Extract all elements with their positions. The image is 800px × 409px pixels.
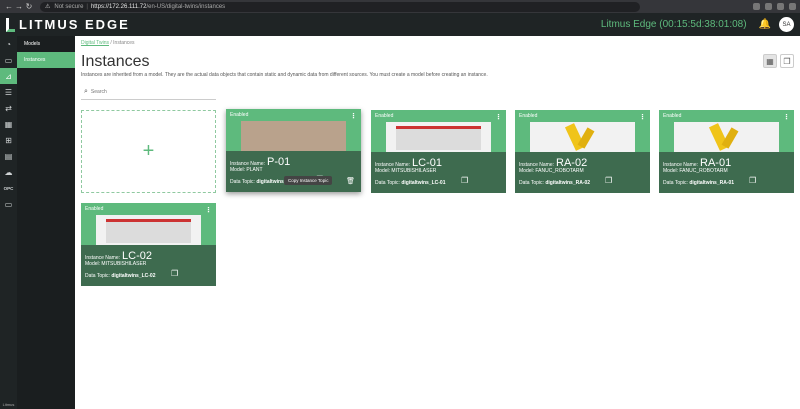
more-vert-icon[interactable]: ⋮ <box>205 206 212 214</box>
marketplace-icon[interactable]: ▤ <box>0 148 17 164</box>
instance-image <box>96 215 201 245</box>
breadcrumb-link-digital-twins[interactable]: Digital Twins <box>81 40 109 46</box>
status-badge: Enabled <box>230 112 249 118</box>
model-label: Model: <box>230 167 246 173</box>
search-box: ⌕ <box>81 84 216 100</box>
extension-icons <box>753 3 796 10</box>
delete-icon[interactable]: 🗑 <box>346 177 355 185</box>
page-description: Instances are inherited from a model. Th… <box>81 72 488 78</box>
digital-twins-icon[interactable]: ⊿ <box>0 68 17 84</box>
more-vert-icon[interactable]: ⋮ <box>350 112 357 120</box>
instance-topic: digitaltwins_RA-02 <box>545 180 591 186</box>
instance-image <box>386 122 491 152</box>
dashboard-icon[interactable]: ◔ <box>0 36 17 52</box>
plus-icon: + <box>142 140 155 162</box>
grid-view-icon[interactable]: ▦ <box>763 54 777 68</box>
menu-icon[interactable] <box>789 3 796 10</box>
flows-icon[interactable]: ⇄ <box>0 100 17 116</box>
forward-icon[interactable]: → <box>14 0 24 13</box>
data-topic-label: Data Topic: <box>663 180 688 186</box>
sub-navigation: Models Instances <box>17 36 75 409</box>
instance-image <box>241 121 346 151</box>
breadcrumb-current: Instances <box>113 40 135 46</box>
instance-model: MITSUBISHILASER <box>391 168 437 174</box>
status-badge: Enabled <box>663 113 682 119</box>
opc-icon[interactable]: OPC <box>0 180 17 196</box>
instance-model: PLANT <box>246 167 263 173</box>
applications-icon[interactable]: ⊞ <box>0 132 17 148</box>
analytics-icon[interactable]: ▦ <box>0 116 17 132</box>
logo[interactable]: LITMUS EDGE <box>6 17 130 32</box>
model-label: Model: <box>519 168 535 174</box>
system-icon[interactable]: ▭ <box>0 196 17 212</box>
tags-icon[interactable]: ☰ <box>0 84 17 100</box>
url-path: /en-US/digital-twins/instances <box>146 3 226 10</box>
model-label: Model: <box>375 168 391 174</box>
instance-card-lc-02[interactable]: Enabled ⋮ Instance Name: LC-02 Model: MIT… <box>81 203 216 286</box>
status-badge: Enabled <box>519 113 538 119</box>
search-icon: ⌕ <box>84 87 88 95</box>
instance-image <box>674 122 779 152</box>
instance-model: FANUC_ROBOTARM <box>535 168 584 174</box>
subnav-item-instances[interactable]: Instances <box>17 52 75 68</box>
more-vert-icon[interactable]: ⋮ <box>639 113 646 121</box>
icon-rail: ◔ ▭ ⊿ ☰ ⇄ ▦ ⊞ ▤ ☁ OPC ▭ Litmus <box>0 36 17 409</box>
copy-icon[interactable]: ❐ <box>171 269 178 278</box>
model-label: Model: <box>663 168 679 174</box>
add-instance-card[interactable]: + <box>81 110 216 193</box>
security-label: Not secure <box>54 3 84 10</box>
copy-tooltip: Copy Instance Topic <box>284 176 333 185</box>
more-vert-icon[interactable]: ⋮ <box>783 113 790 121</box>
status-badge: Enabled <box>85 206 104 212</box>
view-toggle: ▦ ❐ <box>763 54 794 68</box>
bell-icon[interactable]: 🔔 <box>759 19 771 30</box>
cloud-icon[interactable]: ☁ <box>0 164 17 180</box>
search-input[interactable] <box>90 88 201 95</box>
subnav-item-models[interactable]: Models <box>17 36 75 52</box>
instance-model: FANUC_ROBOTARM <box>679 168 728 174</box>
list-view-icon[interactable]: ❐ <box>780 54 794 68</box>
extension-icon[interactable] <box>753 3 760 10</box>
page-title: Instances <box>81 53 150 70</box>
address-bar[interactable]: ⚠ Not secure | https://172.26.111.72 /en… <box>40 1 640 12</box>
data-topic-label: Data Topic: <box>375 180 400 186</box>
instance-card-ra-02[interactable]: Enabled ⋮ Instance Name: RA-02 Model: FAN… <box>515 110 650 193</box>
data-topic-label: Data Topic: <box>519 180 544 186</box>
instance-card-lc-01[interactable]: Enabled ⋮ Instance Name: LC-01 Model: MIT… <box>371 110 506 193</box>
rail-footer: Litmus <box>2 402 15 407</box>
reload-icon[interactable]: ↻ <box>24 0 34 13</box>
copy-icon[interactable]: ❐ <box>605 176 612 185</box>
breadcrumb-separator: / <box>110 40 112 46</box>
instance-name: P-01 <box>267 156 291 168</box>
app-header: LITMUS EDGE Litmus Edge (00:15:5d:38:01:… <box>0 13 800 36</box>
instance-image <box>530 122 635 152</box>
browser-toolbar: ← → ↻ ⚠ Not secure | https://172.26.111.… <box>0 0 800 13</box>
device-label: Litmus Edge (00:15:5d:38:01:08) <box>600 19 747 30</box>
devices-icon[interactable]: ▭ <box>0 52 17 68</box>
not-secure-icon: ⚠ <box>45 4 51 10</box>
url-host: https://172.26.111.72 <box>90 3 147 10</box>
more-vert-icon[interactable]: ⋮ <box>495 113 502 121</box>
data-topic-label: Data Topic: <box>85 273 110 279</box>
instance-card-p-01[interactable]: Enabled ⋮ Instance Name: P-01 Model: PLAN… <box>226 109 361 192</box>
instance-topic: digitaltwins_LC-01 <box>401 180 446 186</box>
copy-icon[interactable]: ❐ <box>749 176 756 185</box>
main-content: Digital Twins / Instances Instances Inst… <box>75 36 800 409</box>
model-label: Model: <box>85 261 101 267</box>
instance-topic: digitaltwins_LC-02 <box>111 273 156 279</box>
status-badge: Enabled <box>375 113 394 119</box>
extension-icon[interactable] <box>765 3 772 10</box>
back-icon[interactable]: ← <box>4 0 14 13</box>
data-topic-label: Data Topic: <box>230 179 255 185</box>
instance-card-ra-01[interactable]: Enabled ⋮ Instance Name: RA-01 Model: FAN… <box>659 110 794 193</box>
extension-icon[interactable] <box>777 3 784 10</box>
instance-topic: digitaltwins_RA-01 <box>689 180 735 186</box>
copy-icon[interactable]: ❐ <box>461 176 468 185</box>
instance-model: MITSUBISHILASER <box>101 261 147 267</box>
logo-text: LITMUS EDGE <box>19 17 130 32</box>
avatar[interactable]: SA <box>779 17 794 32</box>
breadcrumb: Digital Twins / Instances <box>81 40 135 46</box>
logo-mark-icon <box>6 17 15 32</box>
